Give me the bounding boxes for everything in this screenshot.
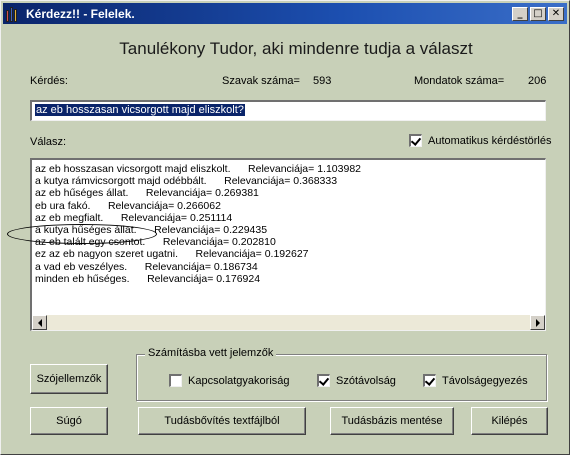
main-window: Kérdezz!! - Felelek. _ □ ✕ Tanulékony Tu… [0, 0, 570, 455]
sentence-count-value: 206 [528, 75, 547, 87]
question-text: az eb hosszasan vicsorgott majd eliszkol… [35, 104, 245, 116]
szotavolsag-label: Szótávolság [336, 374, 396, 387]
features-groupbox: Számításba vett jelemzők Kapcsolatgyakor… [136, 347, 547, 401]
answer-gap [207, 175, 225, 187]
feature-option-kapcsolatgyakorisag[interactable]: Kapcsolatgyakoriság [169, 374, 290, 387]
answer-row[interactable]: eb ura fakó. Relevanciája= 0.266062 [35, 200, 543, 212]
features-group-title: Számításba vett jelemzők [145, 347, 277, 359]
answer-row[interactable]: minden eb hűséges. Relevanciája= 0.17692… [35, 273, 543, 285]
save-knowledge-button[interactable]: Tudásbázis mentése [330, 407, 454, 435]
tavolsagegyezes-label: Távolságegyezés [442, 374, 528, 387]
answer-relevance: Relevanciája= 0.266062 [107, 199, 221, 212]
answer-gap [130, 273, 148, 285]
kapcsolatgyakorisag-checkbox[interactable] [169, 374, 182, 387]
answer-text: eb ura fakó. [35, 199, 91, 212]
books-icon [6, 6, 22, 22]
answer-row[interactable]: ez az eb nagyon szeret ugatni. Relevanci… [35, 248, 543, 260]
window-title: Kérdezz!! - Felelek. [26, 6, 135, 21]
answer-gap [127, 261, 145, 273]
horizontal-scrollbar[interactable] [32, 315, 545, 330]
answer-relevance: Relevanciája= 0.251114 [120, 211, 233, 224]
answer-relevance: Relevanciája= 0.186734 [144, 260, 258, 273]
answer-row[interactable]: a vad eb veszélyes. Relevanciája= 0.1867… [35, 261, 543, 273]
answer-gap [231, 163, 249, 175]
word-count-value: 593 [313, 75, 332, 87]
answer-text: a vad eb veszélyes. [35, 260, 128, 273]
minimize-button[interactable]: _ [512, 6, 528, 21]
close-button[interactable]: ✕ [548, 6, 564, 21]
title-bar[interactable]: Kérdezz!! - Felelek. _ □ ✕ [3, 3, 567, 24]
answer-label: Válasz: [30, 136, 67, 148]
answer-text: ez az eb nagyon szeret ugatni. [35, 248, 179, 261]
answer-relevance: Relevanciája= 0.368333 [224, 175, 338, 188]
tavolsagegyezes-checkbox[interactable] [423, 374, 436, 387]
word-count-label: Szavak száma= [222, 75, 300, 87]
arrow-left-icon [37, 318, 42, 327]
exit-button[interactable]: Kilépés [471, 407, 548, 435]
answer-text: a kutya rámvicsorgott majd odébbált. [35, 175, 207, 188]
answer-relevance: Relevanciája= 0.192627 [195, 248, 309, 261]
answer-list[interactable]: az eb hosszasan vicsorgott majd eliszkol… [30, 158, 546, 331]
feature-option-szotavolsag[interactable]: Szótávolság [317, 374, 396, 387]
answer-gap [128, 187, 146, 199]
word-features-button[interactable]: Szójellemzők [30, 364, 108, 394]
scroll-left-button[interactable] [32, 315, 47, 330]
answer-row[interactable]: az eb megfialt. Relevanciája= 0.251114 [35, 212, 543, 224]
answer-gap [178, 248, 196, 260]
answer-relevance: Relevanciája= 0.202810 [162, 236, 276, 249]
answer-row[interactable]: az eb hűséges állat. Relevanciája= 0.269… [35, 187, 543, 199]
scroll-track[interactable] [47, 315, 530, 330]
maximize-button[interactable]: □ [530, 6, 546, 21]
szotavolsag-checkbox[interactable] [317, 374, 330, 387]
answer-relevance: Relevanciája= 0.229435 [154, 223, 268, 236]
kapcsolatgyakorisag-label: Kapcsolatgyakoriság [188, 374, 290, 387]
answer-gap [103, 212, 121, 224]
question-label: Kérdés: [30, 75, 68, 87]
answer-gap [90, 200, 108, 212]
answer-row[interactable]: a kutya rámvicsorgott majd odébbált. Rel… [35, 175, 543, 187]
answer-row[interactable]: az eb hosszasan vicsorgott majd eliszkol… [35, 163, 543, 175]
auto-delete-option[interactable]: Automatikus kérdéstörlés [409, 134, 552, 147]
sentence-count-label: Mondatok száma= [414, 75, 505, 87]
auto-delete-label: Automatikus kérdéstörlés [428, 134, 552, 147]
answer-relevance: Relevanciája= 1.103982 [248, 163, 361, 175]
auto-delete-checkbox[interactable] [409, 134, 422, 147]
feature-option-tavolsagegyezes[interactable]: Távolságegyezés [423, 374, 528, 387]
answer-text: az eb hűséges állat. [35, 187, 129, 200]
arrow-right-icon [535, 318, 540, 327]
scroll-right-button[interactable] [530, 315, 545, 330]
help-button[interactable]: Súgó [30, 407, 108, 435]
highlight-ellipse [7, 224, 157, 244]
question-input[interactable]: az eb hosszasan vicsorgott majd eliszkol… [30, 100, 546, 121]
answer-text: az eb megfialt. [35, 211, 104, 224]
answer-text: az eb hosszasan vicsorgott majd eliszkol… [35, 163, 231, 175]
extend-knowledge-button[interactable]: Tudásbővítés textfájlból [138, 407, 306, 435]
app-heading: Tanulékony Tudor, aki mindenre tudja a v… [119, 39, 473, 58]
answer-relevance: Relevanciája= 0.269381 [145, 187, 259, 200]
answer-text: minden eb hűséges. [35, 272, 130, 285]
answer-relevance: Relevanciája= 0.176924 [147, 272, 261, 285]
